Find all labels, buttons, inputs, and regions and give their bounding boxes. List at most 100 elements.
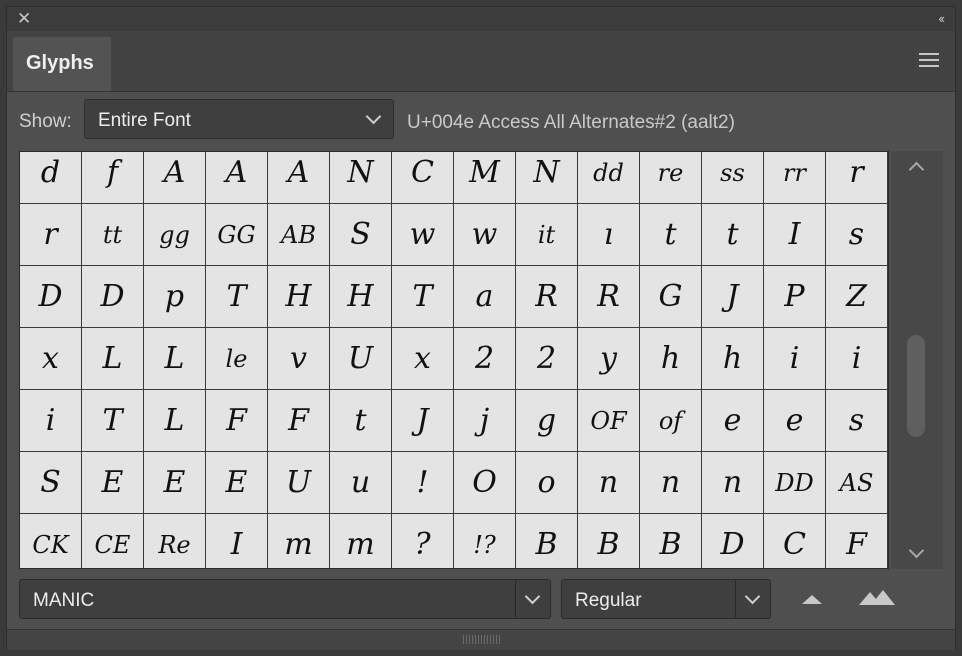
glyph-cell[interactable]: r — [826, 152, 888, 204]
glyph-cell[interactable]: v — [268, 328, 330, 390]
glyph-cell[interactable]: n — [640, 452, 702, 514]
glyph-cell[interactable]: F — [206, 390, 268, 452]
glyph-cell[interactable]: R — [578, 266, 640, 328]
glyph-cell[interactable]: dd — [578, 152, 640, 204]
glyph-cell[interactable]: E — [144, 452, 206, 514]
glyph-cell[interactable]: B — [640, 514, 702, 568]
glyph-cell[interactable]: L — [82, 328, 144, 390]
font-style-dropdown[interactable]: Regular — [561, 579, 771, 619]
show-dropdown[interactable]: Entire Font — [84, 99, 394, 139]
glyph-cell[interactable]: J — [392, 390, 454, 452]
glyph-cell[interactable]: S — [330, 204, 392, 266]
glyph-cell[interactable]: t — [640, 204, 702, 266]
glyph-cell[interactable]: U — [268, 452, 330, 514]
glyph-cell[interactable]: L — [144, 328, 206, 390]
tab-glyphs[interactable]: Glyphs — [13, 37, 111, 91]
glyph-cell[interactable]: h — [640, 328, 702, 390]
glyph-cell[interactable]: f — [82, 152, 144, 204]
glyph-cell[interactable]: T — [206, 266, 268, 328]
glyph-cell[interactable]: r — [20, 204, 82, 266]
glyph-cell[interactable]: CE — [82, 514, 144, 568]
glyph-cell[interactable]: a — [454, 266, 516, 328]
glyph-cell[interactable]: gg — [144, 204, 206, 266]
glyph-cell[interactable]: le — [206, 328, 268, 390]
resize-grip[interactable] — [463, 635, 501, 644]
zoom-out-icon[interactable] — [802, 592, 822, 604]
glyph-cell[interactable]: I — [206, 514, 268, 568]
glyph-cell[interactable]: H — [330, 266, 392, 328]
glyph-cell[interactable]: J — [702, 266, 764, 328]
glyph-cell[interactable]: H — [268, 266, 330, 328]
glyph-cell[interactable]: ss — [702, 152, 764, 204]
glyph-cell[interactable]: of — [640, 390, 702, 452]
glyph-cell[interactable]: e — [764, 390, 826, 452]
grid-scrollbar[interactable] — [891, 151, 943, 569]
glyph-cell[interactable]: AS — [826, 452, 888, 514]
glyph-cell[interactable]: A — [144, 152, 206, 204]
glyph-cell[interactable]: i — [764, 328, 826, 390]
glyph-cell[interactable]: N — [330, 152, 392, 204]
glyph-cell[interactable]: !? — [454, 514, 516, 568]
glyph-cell[interactable]: R — [516, 266, 578, 328]
glyph-cell[interactable]: OF — [578, 390, 640, 452]
glyph-cell[interactable]: DD — [764, 452, 826, 514]
glyph-cell[interactable]: Re — [144, 514, 206, 568]
glyph-cell[interactable]: D — [20, 266, 82, 328]
glyph-cell[interactable]: h — [702, 328, 764, 390]
glyph-cell[interactable]: o — [516, 452, 578, 514]
glyph-cell[interactable]: A — [268, 152, 330, 204]
glyph-cell[interactable]: w — [454, 204, 516, 266]
glyph-cell[interactable]: j — [454, 390, 516, 452]
glyph-cell[interactable]: ? — [392, 514, 454, 568]
glyph-cell[interactable]: F — [268, 390, 330, 452]
glyph-cell[interactable]: L — [144, 390, 206, 452]
glyph-cell[interactable]: re — [640, 152, 702, 204]
glyph-cell[interactable]: s — [826, 204, 888, 266]
glyph-cell[interactable]: m — [330, 514, 392, 568]
font-family-dropdown[interactable]: MANIC — [19, 579, 551, 619]
glyph-cell[interactable]: ! — [392, 452, 454, 514]
glyph-cell[interactable]: x — [20, 328, 82, 390]
glyph-cell[interactable]: B — [578, 514, 640, 568]
glyph-cell[interactable]: P — [764, 266, 826, 328]
glyph-cell[interactable]: D — [702, 514, 764, 568]
glyph-cell[interactable]: w — [392, 204, 454, 266]
glyph-cell[interactable]: u — [330, 452, 392, 514]
glyph-cell[interactable]: E — [206, 452, 268, 514]
glyph-cell[interactable]: d — [20, 152, 82, 204]
glyph-cell[interactable]: A — [206, 152, 268, 204]
glyph-cell[interactable]: T — [82, 390, 144, 452]
scroll-down-icon[interactable] — [908, 542, 925, 559]
glyph-cell[interactable]: G — [640, 266, 702, 328]
glyph-cell[interactable]: M — [454, 152, 516, 204]
scroll-up-icon[interactable] — [908, 161, 925, 178]
glyph-cell[interactable]: t — [330, 390, 392, 452]
glyph-cell[interactable]: O — [454, 452, 516, 514]
glyph-cell[interactable]: n — [578, 452, 640, 514]
glyph-cell[interactable]: t — [702, 204, 764, 266]
glyph-cell[interactable]: U — [330, 328, 392, 390]
collapse-icon[interactable]: ‹‹ — [938, 11, 945, 26]
panel-menu-icon[interactable] — [919, 53, 939, 67]
glyph-cell[interactable]: I — [764, 204, 826, 266]
glyph-cell[interactable]: it — [516, 204, 578, 266]
glyph-cell[interactable]: y — [578, 328, 640, 390]
glyph-cell[interactable]: S — [20, 452, 82, 514]
glyph-cell[interactable]: CK — [20, 514, 82, 568]
glyph-cell[interactable]: T — [392, 266, 454, 328]
zoom-in-icon[interactable] — [859, 587, 895, 605]
glyph-cell[interactable]: tt — [82, 204, 144, 266]
glyph-cell[interactable]: AB — [268, 204, 330, 266]
close-icon[interactable]: ✕ — [17, 10, 31, 27]
glyph-cell[interactable]: s — [826, 390, 888, 452]
glyph-cell[interactable]: ı — [578, 204, 640, 266]
glyph-cell[interactable]: C — [392, 152, 454, 204]
glyph-cell[interactable]: rr — [764, 152, 826, 204]
glyph-cell[interactable]: g — [516, 390, 578, 452]
glyph-cell[interactable]: D — [82, 266, 144, 328]
glyph-cell[interactable]: i — [826, 328, 888, 390]
glyph-cell[interactable]: n — [702, 452, 764, 514]
glyph-cell[interactable]: E — [82, 452, 144, 514]
glyph-cell[interactable]: B — [516, 514, 578, 568]
glyph-cell[interactable]: F — [826, 514, 888, 568]
